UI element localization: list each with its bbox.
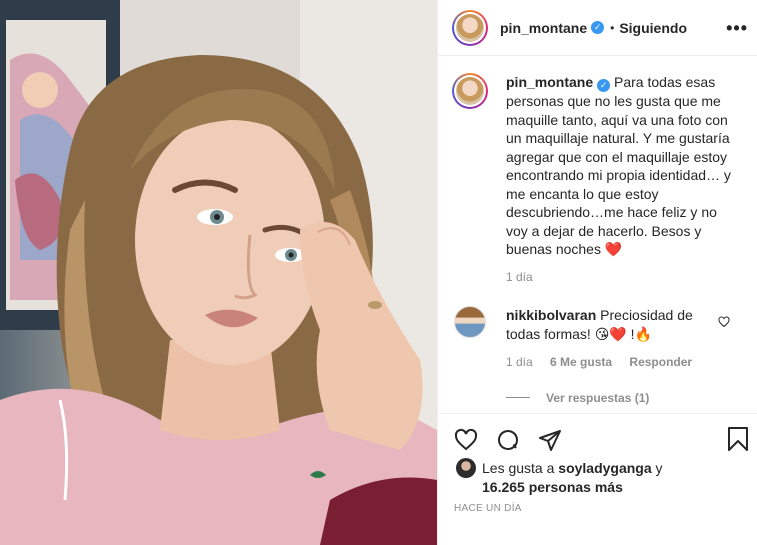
liker-username[interactable]: soyladyganga [558, 459, 651, 478]
selfie-illustration [0, 0, 437, 545]
post-side-panel: pin_montane ✓ • Siguiendo ••• pin_montan… [437, 0, 757, 545]
likes-count[interactable]: 16.265 personas más [482, 479, 623, 495]
comment-icon [498, 429, 519, 450]
separator-dot: • [610, 20, 615, 35]
caption: pin_montane ✓ Para todas esas personas qu… [452, 73, 742, 259]
heart-emoji: ❤️ [604, 241, 623, 257]
share-button[interactable] [536, 426, 564, 454]
caption-username[interactable]: pin_montane [506, 74, 593, 90]
likes-summary: Les gusta a soyladyganga y 16.265 person… [456, 458, 756, 497]
post-timestamp[interactable]: HACE UN DÍA [454, 503, 522, 514]
caption-body: Para todas esas personas que no les gust… [506, 74, 731, 257]
caption-meta: 1 día [506, 270, 742, 284]
view-replies-button[interactable]: Ver respuestas (1) [506, 391, 742, 405]
comments-section: pin_montane ✓ Para todas esas personas qu… [438, 57, 757, 412]
heart-icon [454, 428, 478, 450]
comment-username[interactable]: nikkibolvaran [506, 307, 596, 323]
view-replies-label[interactable]: Ver respuestas (1) [546, 391, 649, 405]
comment-likes[interactable]: 6 Me gusta [550, 355, 612, 369]
save-button[interactable] [726, 426, 752, 454]
post-photo[interactable] [0, 0, 437, 545]
post-header: pin_montane ✓ • Siguiendo ••• [438, 0, 757, 56]
caption-time: 1 día [506, 269, 533, 284]
comment-meta: 1 día 6 Me gusta Responder [506, 355, 742, 369]
comment-time: 1 día [506, 354, 533, 369]
replies-divider [506, 397, 530, 398]
commenter-avatar[interactable] [454, 305, 486, 338]
likes-conj: y [655, 459, 663, 476]
bookmark-icon [728, 427, 748, 451]
comment-item: nikkibolvaran Preciosidad de todas forma… [452, 305, 742, 344]
comment-button[interactable] [494, 426, 522, 454]
caption-text: pin_montane ✓ Para todas esas personas qu… [506, 73, 738, 259]
verified-badge-icon: ✓ [591, 21, 605, 34]
comment-text: nikkibolvaran Preciosidad de todas forma… [506, 306, 706, 344]
instagram-post: pin_montane ✓ • Siguiendo ••• pin_montan… [0, 0, 757, 545]
verified-badge-icon: ✓ [597, 79, 611, 92]
paper-plane-icon [539, 429, 561, 451]
like-button[interactable] [452, 426, 480, 454]
liker-avatar[interactable] [456, 458, 476, 478]
likes-prefix: Les gusta a [482, 459, 555, 476]
caption-avatar[interactable] [452, 73, 488, 109]
reply-button[interactable]: Responder [629, 355, 692, 369]
more-options-icon[interactable]: ••• [726, 18, 748, 39]
comment-like-heart-icon[interactable] [718, 315, 730, 328]
following-button[interactable]: Siguiendo [619, 20, 687, 36]
comment-emojis: 😘❤️ !🔥 [594, 325, 652, 342]
header-username[interactable]: pin_montane [500, 20, 587, 36]
avatar[interactable] [452, 9, 488, 46]
